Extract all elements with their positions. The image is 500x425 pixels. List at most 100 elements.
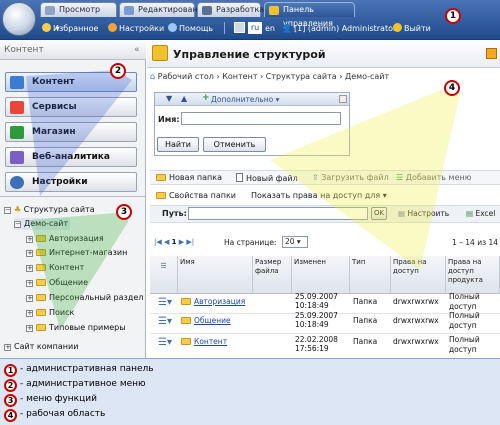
filter-more-button[interactable]: Дополнительно ▾ [211,95,279,104]
show-permissions-button[interactable]: Показать права на доступ для ▾ [251,191,387,200]
page-title: Управление структурой [173,48,326,61]
per-page-label: На странице: [224,238,277,247]
collapse-toggle[interactable]: − [4,207,11,214]
path-label: Путь: [162,209,187,218]
develop-icon [202,6,212,15]
legend-item: 1- административная панель [4,362,154,377]
last-page-icon[interactable]: ▶| [186,238,194,246]
new-file-button[interactable]: Новый файл [236,173,298,183]
tree-item[interactable]: + Интернет-магазин [26,247,127,259]
monitor-icon[interactable] [234,22,245,33]
row-product-permissions: Полный доступ [449,292,480,311]
col-type[interactable]: Тип [350,256,391,294]
filter-up-arrow-icon[interactable]: ▲ [181,94,187,103]
path-input[interactable] [188,207,368,220]
next-page-icon[interactable]: ▶ [179,238,184,246]
tree-item[interactable]: + Персональный раздел [26,292,143,304]
help-button[interactable]: Помощь [168,19,213,38]
folder-icon [181,338,191,345]
col-size[interactable]: Размер файла [253,256,292,294]
control-panel-icon [269,6,279,15]
folder-icon [36,324,46,331]
marker-3: 3 [116,204,132,220]
folder-icon [36,264,46,271]
menu-settings[interactable]: Настройки [5,172,137,192]
menu-icon: ☰ [396,173,404,182]
row-time: 17:56:19 [295,344,329,353]
marker-2: 2 [110,63,126,79]
cancel-button[interactable]: Отменить [203,137,266,152]
row-permissions: drwxrwxrwx [393,297,439,306]
tree-company[interactable]: + Сайт компании [4,341,78,353]
prev-page-icon[interactable]: ◀ [164,238,169,246]
lang-ru[interactable]: ru [248,22,262,34]
tree-item[interactable]: + Типовые примеры [26,322,126,334]
open-new-window-icon[interactable] [486,48,497,59]
excel-button[interactable]: ▤ Excel [466,209,495,218]
divider [0,196,146,197]
upload-file-button[interactable]: ⇪ Загрузить файл [312,173,389,182]
configure-button[interactable]: ▦ Настроить [398,209,449,218]
new-folder-button[interactable]: Новая папка [156,173,222,182]
add-filter-icon: + [202,93,210,103]
help-icon [168,23,177,32]
menu-services[interactable]: Сервисы [5,97,137,117]
divider [224,22,225,34]
star-icon [42,23,51,32]
admin-user-icon: 👤 [282,24,292,33]
settings-icon [10,176,24,189]
row-name[interactable]: Контент [181,337,227,347]
col-product-permissions[interactable]: Права на доступ продукта [446,256,500,294]
tab-view[interactable]: Просмотр [40,2,117,17]
legend-item: 3- меню функций [4,392,97,407]
tree-item[interactable]: + Поиск [26,307,74,319]
ok-button[interactable]: OK [371,207,387,220]
table-menu-icon: ☰ [160,262,167,270]
folder-icon [36,309,46,316]
table-header-menu[interactable]: ☰ [150,256,178,294]
chart-icon [10,151,24,164]
tree-item[interactable]: + Контент [26,262,84,274]
menu-analytics[interactable]: Веб-аналитика [5,147,137,167]
row-menu-icon[interactable]: ☰▾ [158,337,172,348]
col-name[interactable]: Имя [178,256,253,294]
marker-1: 1 [445,8,461,24]
tree-item[interactable]: + Общение [26,277,88,289]
tab-control-panel[interactable]: Панель управления [264,2,355,28]
lang-en[interactable]: en [265,19,275,38]
marker-4: 4 [444,80,460,96]
row-menu-icon[interactable]: ☰▾ [158,316,172,327]
collapse-icon[interactable]: « [134,45,140,55]
row-product-permissions: Полный доступ [449,335,480,354]
col-modified[interactable]: Изменен [292,256,350,294]
name-label: Имя: [158,115,180,124]
add-menu-button[interactable]: ☰ Добавить меню [396,173,471,182]
folder-properties-icon [156,192,166,199]
logout-button[interactable]: Выйти [393,19,431,38]
favorites-button[interactable]: Избранное ▾ [42,19,98,38]
tree-item[interactable]: + Авторизация [26,233,104,245]
menu-shop[interactable]: Магазин [5,122,137,142]
row-name[interactable]: Авторизация [181,297,245,307]
tree-root[interactable]: − ♣ Структура сайта [4,204,95,216]
name-input[interactable] [181,112,341,125]
tree-site[interactable]: − Демо-сайт [14,218,71,230]
col-permissions[interactable]: Права на доступ [391,256,446,294]
filter-minimize-icon[interactable] [339,95,347,103]
row-name[interactable]: Общение [181,316,231,326]
structure-icon: ♣ [14,205,22,214]
tab-develop[interactable]: Разработка [197,2,264,17]
bitrix-logo[interactable] [2,2,36,36]
settings-button[interactable]: Настройки [108,19,164,38]
tab-edit[interactable]: Редактирование [119,2,208,17]
folder-properties-button[interactable]: Свойства папки [156,191,236,200]
new-file-icon [236,173,243,182]
user-name[interactable]: [1] (admin) Administrator [294,19,396,38]
find-button[interactable]: Найти [157,137,199,152]
first-page-icon[interactable]: |◀ [154,238,162,246]
collapse-toggle[interactable]: − [14,221,21,228]
row-menu-icon[interactable]: ☰▾ [158,297,172,308]
per-page-select[interactable]: 20 ▾ [282,236,308,248]
filter-down-arrow-icon[interactable]: ▼ [166,94,172,103]
structure-page-icon [152,45,168,61]
